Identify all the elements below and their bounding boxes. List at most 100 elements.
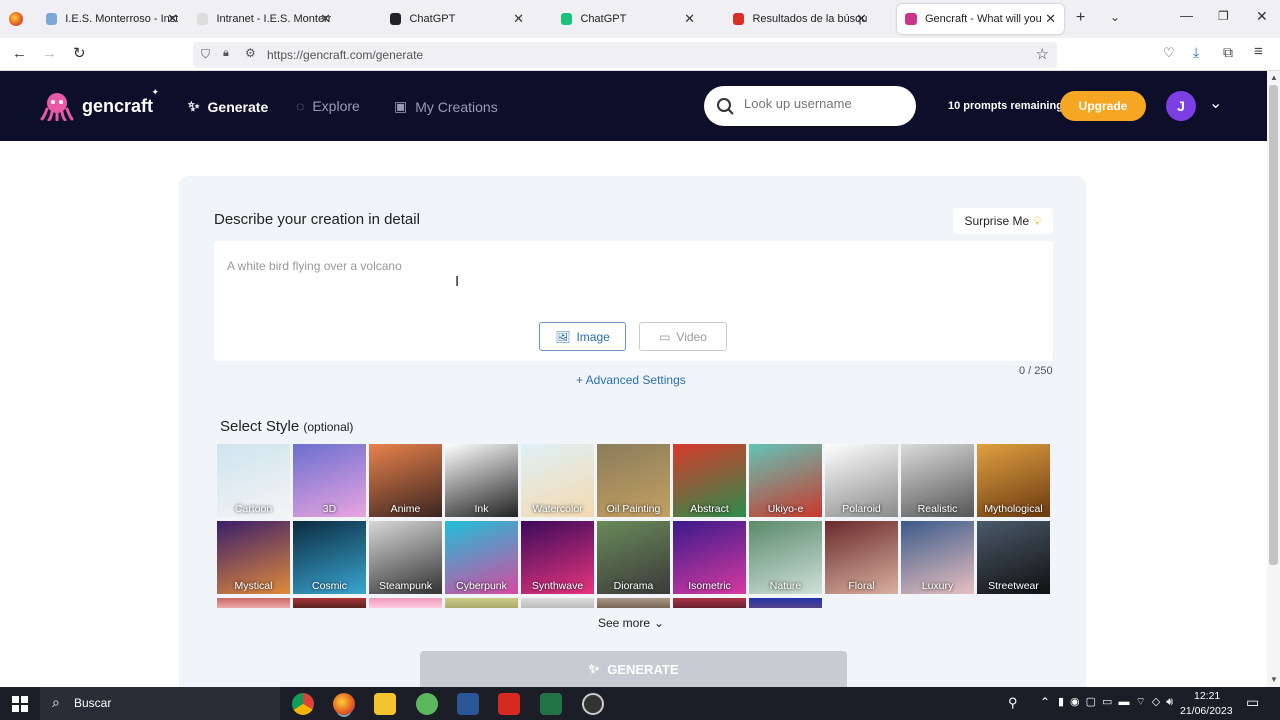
scroll-down-icon[interactable]: ▼ <box>1270 675 1278 684</box>
windows-start-icon[interactable] <box>12 696 28 712</box>
close-tab-icon[interactable]: ✕ <box>320 11 331 27</box>
generate-button[interactable]: ✨︎ GENERATE <box>420 651 847 687</box>
new-tab-icon[interactable]: + <box>1076 9 1085 27</box>
clock-date[interactable]: 21/06/2023 <box>1180 705 1233 717</box>
surprise-me-button[interactable]: Surprise Me 💡︎ <box>953 208 1053 234</box>
see-more-button[interactable]: See more ⌄ <box>598 616 664 630</box>
advanced-settings-link[interactable]: + Advanced Settings <box>576 373 686 387</box>
style-tile-anime[interactable]: Anime <box>369 444 442 517</box>
style-tile-label: Oil Painting <box>606 503 661 515</box>
forward-icon[interactable]: → <box>42 45 57 62</box>
browser-tab[interactable]: I.E.S. Monterroso - Instituto✕ <box>38 4 186 34</box>
close-window-icon[interactable]: ✕ <box>1256 8 1268 25</box>
browser-tab[interactable]: ChatGPT ✕ <box>382 4 532 34</box>
style-tile-oil-painting[interactable]: Oil Painting <box>597 444 670 517</box>
page-scrollbar[interactable]: ▲ ▼ <box>1267 71 1280 687</box>
nav-explore[interactable]: ◌ Explore <box>296 98 360 114</box>
chevron-down-icon[interactable]: ⌄ <box>1209 93 1222 113</box>
acrobat-icon[interactable] <box>498 693 520 715</box>
style-tile-polaroid[interactable]: Polaroid <box>825 444 898 517</box>
taskbar-search[interactable]: ⌕ Buscar <box>40 687 280 720</box>
notification-icon[interactable]: ▭ <box>1246 694 1259 711</box>
minimize-icon[interactable]: — <box>1180 8 1193 23</box>
menu-icon[interactable]: ≡ <box>1254 43 1263 60</box>
tray-icons[interactable]: ▮◉▢▭▬⌔◇🔊︎ <box>1058 695 1179 709</box>
address-bar[interactable]: ⛉ 🔒︎ ⚙ https://gencraft.com/generate ☆ <box>193 42 1057 68</box>
style-tile-floral[interactable]: Floral <box>825 521 898 594</box>
tab-title: Gencraft - What will you cre <box>925 13 1045 25</box>
clock-time[interactable]: 12:21 <box>1194 690 1220 702</box>
extensions-icon[interactable]: ⧉ <box>1223 44 1233 61</box>
nav-my-creations-label: My Creations <box>415 98 498 115</box>
close-tab-icon[interactable]: ✕ <box>684 11 695 27</box>
username-search[interactable] <box>704 86 916 126</box>
downloads-icon[interactable]: ⤓ <box>1193 44 1199 61</box>
style-tile-isometric[interactable]: Isometric <box>673 521 746 594</box>
see-more-label: See more <box>598 616 651 630</box>
style-tile-3d[interactable]: 3D <box>293 444 366 517</box>
style-tile-cartoon[interactable]: Cartoon <box>217 444 290 517</box>
scroll-up-icon[interactable]: ▲ <box>1270 73 1278 82</box>
excel-icon[interactable] <box>540 693 562 715</box>
upgrade-button[interactable]: Upgrade <box>1060 91 1146 121</box>
prompt-textarea[interactable]: A white bird flying over a volcano I <box>214 241 1053 361</box>
style-tile-mystical[interactable]: Mystical <box>217 521 290 594</box>
style-tile-cyberpunk[interactable]: Cyberpunk <box>445 521 518 594</box>
style-tile-mythological[interactable]: Mythological <box>977 444 1050 517</box>
style-tile-steampunk[interactable]: Steampunk <box>369 521 442 594</box>
avatar[interactable]: J <box>1166 91 1196 121</box>
maximize-icon[interactable]: ❐ <box>1218 9 1229 23</box>
select-style-title: Select Style <box>220 418 300 435</box>
shield-icon[interactable]: ⛉ <box>201 47 210 62</box>
close-tab-icon[interactable]: ✕ <box>167 11 178 27</box>
style-tile-label: Realistic <box>917 503 958 515</box>
mode-image-button[interactable]: 🖼︎ Image <box>539 322 626 351</box>
style-tile-luxury[interactable]: Luxury <box>901 521 974 594</box>
style-tile-watercolor[interactable]: Watercolor <box>521 444 594 517</box>
word-icon[interactable] <box>457 693 479 715</box>
pocket-icon[interactable]: ♡ <box>1163 45 1175 61</box>
style-tile-synthwave[interactable]: Synthwave <box>521 521 594 594</box>
close-tab-icon[interactable]: ✕ <box>513 11 524 27</box>
style-tile-realistic[interactable]: Realistic <box>901 444 974 517</box>
username-search-input[interactable] <box>744 96 904 111</box>
nav-generate[interactable]: ✨︎ Generate <box>188 98 268 115</box>
browser-tab[interactable]: Gencraft - What will you cre✕ <box>897 4 1064 34</box>
tray-chevron-icon[interactable]: ⌃ <box>1040 695 1050 709</box>
style-tile-streetwear[interactable]: Streetwear <box>977 521 1050 594</box>
file-explorer-icon[interactable] <box>374 693 396 715</box>
chrome-icon[interactable] <box>292 693 314 715</box>
browser-tab[interactable]: Resultados de la búsqueda✕ <box>725 4 875 34</box>
people-icon[interactable]: ⚲ <box>1008 695 1018 711</box>
mode-video-button[interactable]: ▭ Video <box>639 322 727 351</box>
bookmark-star-icon[interactable]: ☆ <box>1036 45 1049 63</box>
style-tile-nature[interactable]: Nature <box>749 521 822 594</box>
lock-icon[interactable]: 🔒︎ <box>223 47 229 60</box>
gallery-icon: ▣ <box>394 98 408 114</box>
nav-my-creations[interactable]: ▣ My Creations <box>394 98 498 115</box>
browser-tab[interactable]: Intranet - I.E.S. Monterroso✕ <box>189 4 339 34</box>
logo-text: gencraft <box>82 95 154 116</box>
logo[interactable]: gencraft ✦ <box>40 87 159 121</box>
scroll-thumb[interactable] <box>1269 85 1278 565</box>
sparkle-icon: ✨︎ <box>188 98 200 114</box>
style-tile-cosmic[interactable]: Cosmic <box>293 521 366 594</box>
tab-list-chevron-icon[interactable]: ⌄ <box>1110 10 1120 24</box>
video-icon: ▭ <box>659 329 671 344</box>
permissions-icon[interactable]: ⚙ <box>245 46 256 60</box>
style-tile-ukiyo-e[interactable]: Ukiyo-e <box>749 444 822 517</box>
back-icon[interactable]: ← <box>12 45 27 62</box>
browser-tab[interactable]: ChatGPT ✕ <box>553 4 703 34</box>
reload-icon[interactable]: ↻ <box>73 44 86 62</box>
style-tile-ink[interactable]: Ink <box>445 444 518 517</box>
close-tab-icon[interactable]: ✕ <box>856 11 867 27</box>
style-tile-diorama[interactable]: Diorama <box>597 521 670 594</box>
tab-favicon-icon <box>46 13 58 25</box>
url-text[interactable]: https://gencraft.com/generate <box>267 48 423 62</box>
firefox-icon[interactable] <box>9 12 23 26</box>
utorrent-icon[interactable] <box>416 693 438 715</box>
close-tab-icon[interactable]: ✕ <box>1045 11 1056 27</box>
style-tile-abstract[interactable]: Abstract <box>673 444 746 517</box>
app-icon[interactable] <box>582 693 604 715</box>
firefox-icon[interactable] <box>333 693 355 715</box>
